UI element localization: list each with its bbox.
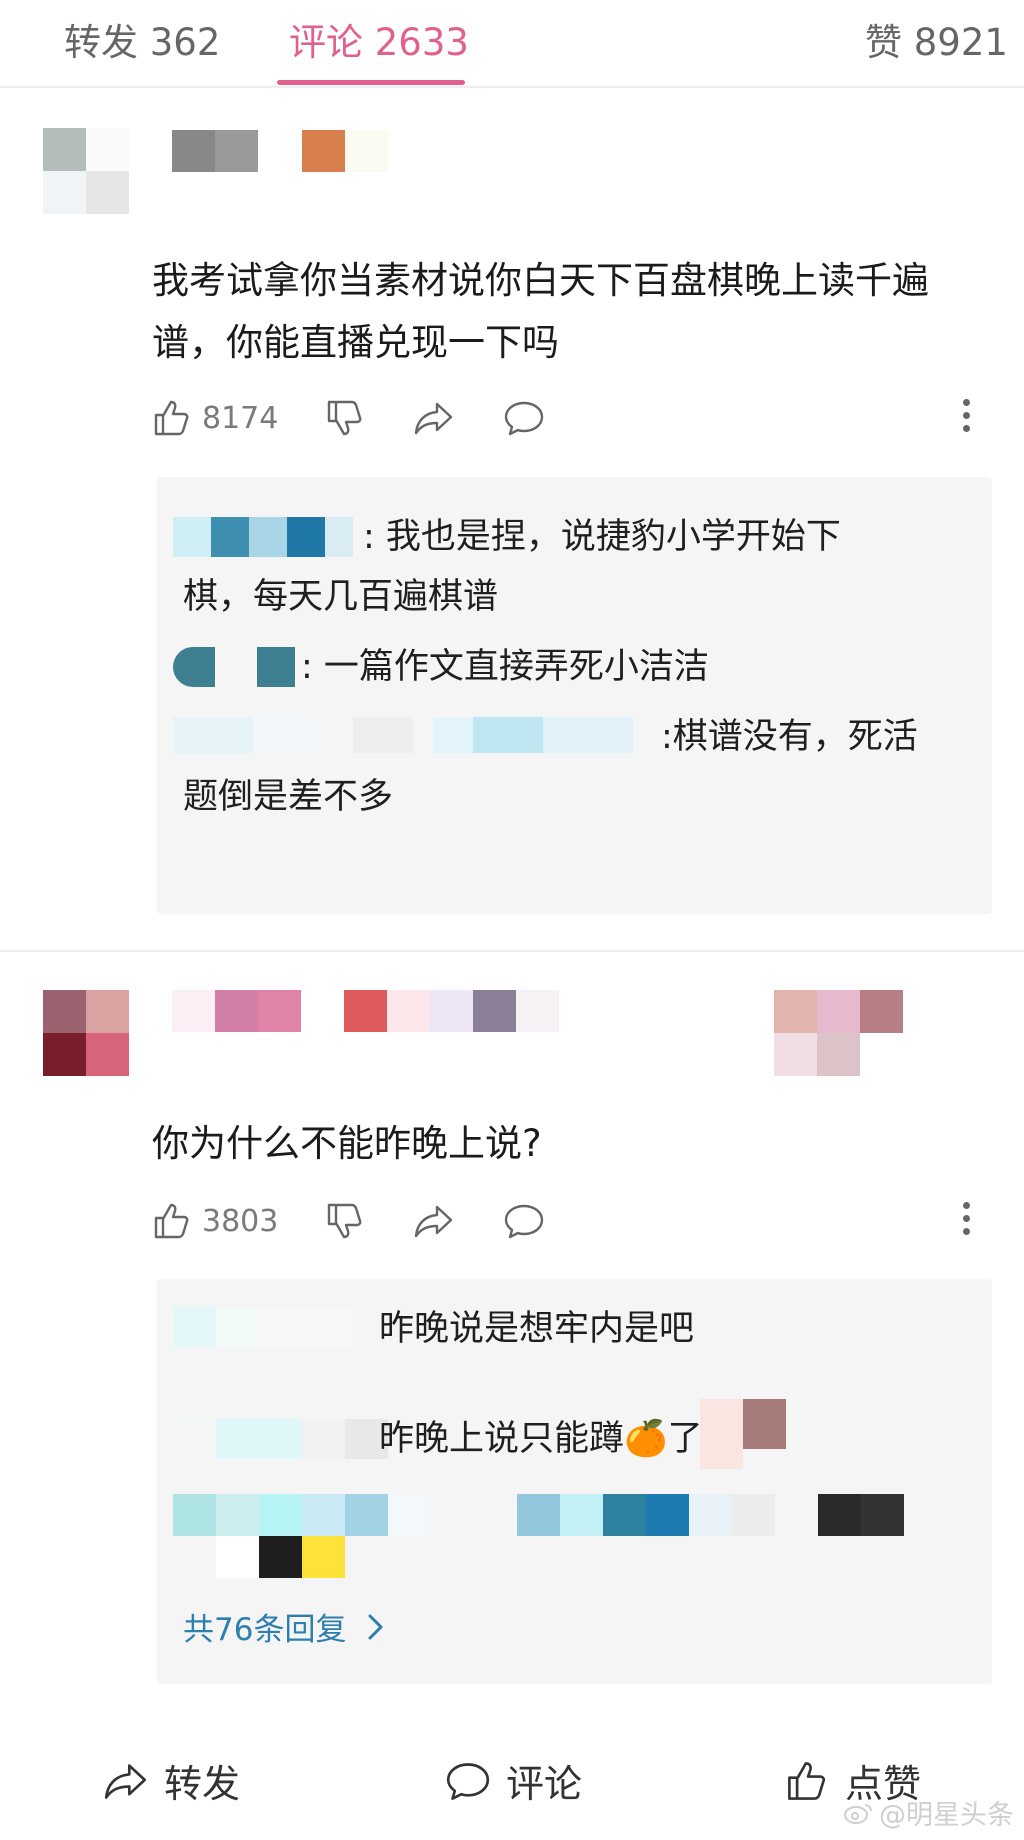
tab-forward-label: 转发 [64,21,138,64]
reply-preview-box[interactable]: 昨晚说是想牢内是吧 昨晚上说只能蹲🍊了 共76条回复 [157,1279,992,1684]
more-vertical-icon[interactable] [960,394,972,440]
bottom-action-bar: 转发 评论 点赞 @明星头条 [0,1735,1024,1840]
comment-button[interactable]: 评论 [444,1753,582,1808]
view-all-replies-label: 共76条回复 [183,1612,347,1648]
tab-forward-count: 362 [149,21,221,64]
username-obscured[interactable] [172,990,562,1034]
comment-bubble-icon [504,401,544,436]
tab-likes-label: 赞 [865,21,902,64]
comment-item: 我考试拿你当素材说你白天下百盘棋晚上读千遍 谱，你能直播兑现一下吗 8174 :… [0,110,1024,920]
comment-text-line: 谱，你能直播兑现一下吗 [152,321,559,364]
tab-comments-count: 2633 [374,21,469,64]
reply-button[interactable] [503,388,545,448]
reply-button[interactable] [503,1191,545,1251]
comment-text: 你为什么不能昨晚上说? [152,1113,992,1175]
tab-comments-label: 评论 [289,21,363,64]
tab-forward[interactable]: 转发 362 [64,12,220,66]
sticker-obscured [700,1399,786,1469]
reply-text: 题倒是差不多 [183,767,973,827]
comment-label: 评论 [506,1762,583,1806]
comment-bubble-icon [504,1204,544,1239]
avatar[interactable] [43,128,129,214]
reply-text-line: : 我也是捏，说捷豹小学开始下 [363,517,841,557]
reply-text: :棋谱没有，死活 [183,707,973,767]
forward-label: 转发 [164,1762,241,1806]
reply-text-line: 棋，每天几百遍棋谱 [183,577,499,617]
reply-text: : 一篇作文直接弄死小洁洁 [183,637,973,697]
share-button[interactable] [413,388,455,448]
comment-text: 我考试拿你当素材说你白天下百盘棋晚上读千遍 谱，你能直播兑现一下吗 [152,250,992,374]
active-tab-indicator [277,80,465,85]
avatar[interactable] [43,990,129,1076]
reply-preview-box[interactable]: : 我也是捏，说捷豹小学开始下 棋，每天几百遍棋谱 : 一篇作文直接弄死小洁洁 … [157,477,992,914]
reply-text: 昨晚上说只能蹲🍊了 [183,1409,973,1469]
reply-obscured[interactable] [173,1494,913,1578]
share-icon [414,1205,453,1238]
comment-item: 你为什么不能昨晚上说? 3803 昨晚说是想牢内是吧 昨晚上说只能蹲🍊了 共76… [0,980,1024,1700]
reply-text-line: :棋谱没有，死活 [661,717,918,757]
comment-actions: 3803 [0,1191,1024,1251]
tab-likes-count: 8921 [913,21,1008,64]
thumbs-down-icon [327,400,362,436]
thumbs-up-icon [788,1761,826,1800]
comment-tabs: 转发 362 评论 2633 赞 8921 [0,0,1024,88]
forward-button[interactable]: 转发 [102,1753,240,1808]
reply-text: 昨晚说是想牢内是吧 [183,1299,973,1359]
reply-text-line: 昨晚说是想牢内是吧 [379,1309,695,1349]
tab-comments[interactable]: 评论 2633 [289,12,469,66]
like-count: 3803 [202,1203,279,1239]
weibo-logo-icon [844,1803,872,1824]
reply-text-line: 题倒是差不多 [183,777,394,817]
tab-likes[interactable]: 赞 8921 [865,12,1008,66]
thumbs-up-icon [154,400,189,436]
badge-obscured [774,990,904,1076]
reply-text-line: : 一篇作文直接弄死小洁洁 [301,647,709,687]
reply-text: 棋，每天几百遍棋谱 [183,567,973,627]
like-button[interactable]: 3803 [152,1191,278,1251]
comment-actions: 8174 [0,388,1024,448]
username-obscured[interactable] [172,130,392,174]
more-vertical-icon[interactable] [960,1197,972,1243]
like-button[interactable]: 8174 [152,388,278,448]
comment-text-line: 你为什么不能昨晚上说? [152,1122,542,1165]
share-icon [104,1763,147,1799]
reply-text-line: 昨晚上说只能蹲🍊了 [379,1419,703,1459]
comment-bubble-icon [446,1762,490,1800]
like-count: 8174 [202,400,279,436]
watermark: @明星头条 [843,1793,1014,1832]
thumbs-up-icon [154,1203,189,1239]
share-button[interactable] [413,1191,455,1251]
thumbs-down-icon [327,1203,362,1239]
comment-divider [0,950,1024,952]
share-icon [414,402,453,435]
dislike-button[interactable] [325,1191,365,1251]
chevron-right-icon [368,1614,383,1639]
comment-text-line: 我考试拿你当素材说你白天下百盘棋晚上读千遍 [152,259,929,302]
watermark-text: @明星头条 [879,1800,1014,1831]
reply-text: : 我也是捏，说捷豹小学开始下 [183,507,973,567]
view-all-replies-link[interactable]: 共76条回复 [183,1604,390,1649]
dislike-button[interactable] [325,388,365,448]
